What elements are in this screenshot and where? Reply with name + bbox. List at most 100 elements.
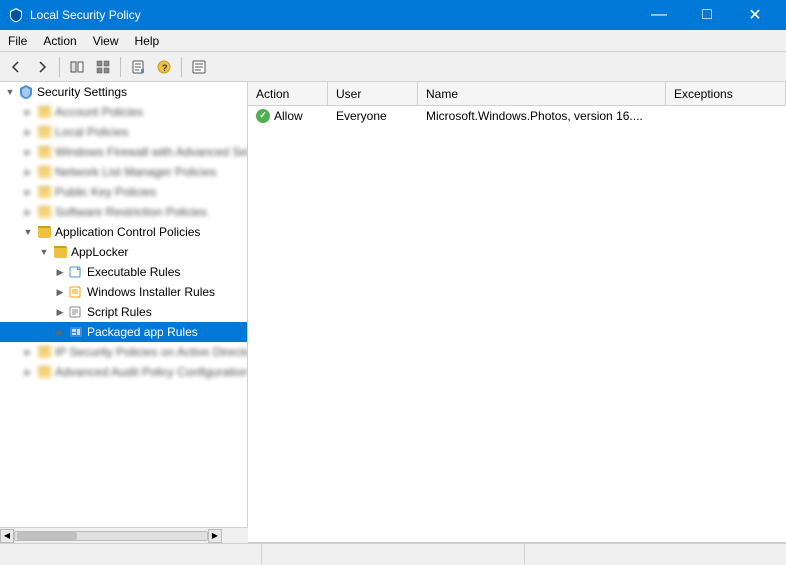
- status-bar: [0, 543, 786, 565]
- tree-item-script-rules[interactable]: ▶ Script Rules: [0, 302, 247, 322]
- expand-app-control[interactable]: ▼: [20, 224, 36, 240]
- help-button[interactable]: ?: [152, 55, 176, 79]
- expand-packaged-app-rules[interactable]: ▶: [52, 324, 68, 340]
- expand-script-rules[interactable]: ▶: [52, 304, 68, 320]
- title-bar: Local Security Policy — □ ✕: [0, 0, 786, 30]
- expand-windows-installer-rules[interactable]: ▶: [52, 284, 68, 300]
- tree-item-account-policies[interactable]: ▶ Account Policies: [0, 102, 247, 122]
- public-key-icon: [36, 184, 52, 200]
- advanced-audit-label: Advanced Audit Policy Configuration: [55, 365, 248, 379]
- tree-panel: ▼ Security Settings ▶ Account Policies ▶…: [0, 82, 248, 542]
- tree-scroll-right[interactable]: ▶: [208, 529, 222, 543]
- tree-root-label: Security Settings: [37, 85, 127, 99]
- advanced-audit-icon: [36, 364, 52, 380]
- security-settings-icon: [18, 84, 34, 100]
- windows-firewall-label: Windows Firewall with Advanced Sec...: [55, 145, 248, 159]
- local-policies-label: Local Policies: [55, 125, 128, 139]
- expand-advanced-audit[interactable]: ▶: [20, 364, 36, 380]
- expand-local-policies[interactable]: ▶: [20, 124, 36, 140]
- app-control-icon: [36, 224, 52, 240]
- minimize-button[interactable]: —: [636, 0, 682, 30]
- expand-windows-firewall[interactable]: ▶: [20, 144, 36, 160]
- tree-item-network-list[interactable]: ▶ Network List Manager Policies: [0, 162, 247, 182]
- cell-action: ✓ Allow: [248, 107, 328, 125]
- close-button[interactable]: ✕: [732, 0, 778, 30]
- header-name[interactable]: Name: [418, 82, 666, 105]
- expand-account-policies[interactable]: ▶: [20, 104, 36, 120]
- table-row[interactable]: ✓ Allow Everyone Microsoft.Windows.Photo…: [248, 106, 786, 126]
- properties-button[interactable]: [126, 55, 150, 79]
- svg-text:?: ?: [162, 63, 168, 73]
- cell-user: Everyone: [328, 107, 418, 125]
- title-bar-left: Local Security Policy: [8, 7, 141, 23]
- export-button[interactable]: [187, 55, 211, 79]
- view-button[interactable]: [91, 55, 115, 79]
- tree-scrollbar-thumb[interactable]: [17, 532, 77, 540]
- packaged-app-rules-icon: [68, 324, 84, 340]
- content-panel: Action User Name Exceptions ✓ Allow Eve: [248, 82, 786, 542]
- ip-security-label: IP Security Policies on Active Directo..…: [55, 345, 248, 359]
- expand-public-key[interactable]: ▶: [20, 184, 36, 200]
- expand-software-restriction[interactable]: ▶: [20, 204, 36, 220]
- header-user[interactable]: User: [328, 82, 418, 105]
- status-section-2: [262, 544, 524, 565]
- list-header: Action User Name Exceptions: [248, 82, 786, 106]
- toolbar-separator-1: [59, 57, 60, 77]
- menu-file[interactable]: File: [0, 30, 35, 51]
- tree-root-expand[interactable]: ▼: [2, 84, 18, 100]
- menu-action[interactable]: Action: [35, 30, 84, 51]
- tree-item-advanced-audit[interactable]: ▶ Advanced Audit Policy Configuration: [0, 362, 247, 382]
- toolbar-separator-2: [120, 57, 121, 77]
- account-policies-label: Account Policies: [55, 105, 143, 119]
- tree-item-windows-installer-rules[interactable]: ▶ Windows Installer Rules: [0, 282, 247, 302]
- status-section-1: [0, 544, 262, 565]
- expand-ip-security[interactable]: ▶: [20, 344, 36, 360]
- tree-item-public-key[interactable]: ▶ Public Key Policies: [0, 182, 247, 202]
- applocker-icon: [52, 244, 68, 260]
- tree-item-software-restriction[interactable]: ▶ Software Restriction Policies: [0, 202, 247, 222]
- toolbar-separator-3: [181, 57, 182, 77]
- header-action[interactable]: Action: [248, 82, 328, 105]
- tree-root[interactable]: ▼ Security Settings: [0, 82, 247, 102]
- header-exceptions[interactable]: Exceptions: [666, 82, 786, 105]
- tree-item-local-policies[interactable]: ▶ Local Policies: [0, 122, 247, 142]
- network-list-icon: [36, 164, 52, 180]
- menu-help[interactable]: Help: [127, 30, 168, 51]
- script-rules-label: Script Rules: [87, 305, 152, 319]
- tree-item-windows-firewall[interactable]: ▶ Windows Firewall with Advanced Sec...: [0, 142, 247, 162]
- expand-applocker[interactable]: ▼: [36, 244, 52, 260]
- status-section-3: [525, 544, 786, 565]
- tree-item-app-control[interactable]: ▼ Application Control Policies: [0, 222, 247, 242]
- app-icon: [8, 7, 24, 23]
- tree-scrollbar[interactable]: ◀ ▶: [0, 527, 248, 542]
- maximize-button[interactable]: □: [684, 0, 730, 30]
- tree-item-applocker[interactable]: ▼ AppLocker: [0, 242, 247, 262]
- tree-item-executable-rules[interactable]: ▶ Executable Rules: [0, 262, 247, 282]
- tree-item-ip-security[interactable]: ▶ IP Security Policies on Active Directo…: [0, 342, 247, 362]
- forward-button[interactable]: [30, 55, 54, 79]
- packaged-app-rules-label: Packaged app Rules: [87, 325, 198, 339]
- windows-firewall-icon: [36, 144, 52, 160]
- executable-rules-icon: [68, 264, 84, 280]
- local-policies-icon: [36, 124, 52, 140]
- menu-view[interactable]: View: [85, 30, 127, 51]
- back-button[interactable]: [4, 55, 28, 79]
- window-title: Local Security Policy: [30, 8, 141, 22]
- app-control-label: Application Control Policies: [55, 225, 200, 239]
- windows-installer-rules-icon: [68, 284, 84, 300]
- tree-scroll-left[interactable]: ◀: [0, 529, 14, 543]
- cell-name: Microsoft.Windows.Photos, version 16....: [418, 107, 666, 125]
- main-container: ▼ Security Settings ▶ Account Policies ▶…: [0, 82, 786, 543]
- tree-item-packaged-app-rules[interactable]: ▶ Packaged app Rules: [0, 322, 247, 342]
- executable-rules-label: Executable Rules: [87, 265, 180, 279]
- cell-exceptions: [666, 114, 786, 118]
- allow-icon: ✓: [256, 109, 270, 123]
- public-key-label: Public Key Policies: [55, 185, 156, 199]
- tree-scrollbar-track[interactable]: [14, 531, 208, 541]
- show-scope-button[interactable]: [65, 55, 89, 79]
- ip-security-icon: [36, 344, 52, 360]
- expand-network-list[interactable]: ▶: [20, 164, 36, 180]
- expand-executable-rules[interactable]: ▶: [52, 264, 68, 280]
- list-content: ✓ Allow Everyone Microsoft.Windows.Photo…: [248, 106, 786, 542]
- script-rules-icon: [68, 304, 84, 320]
